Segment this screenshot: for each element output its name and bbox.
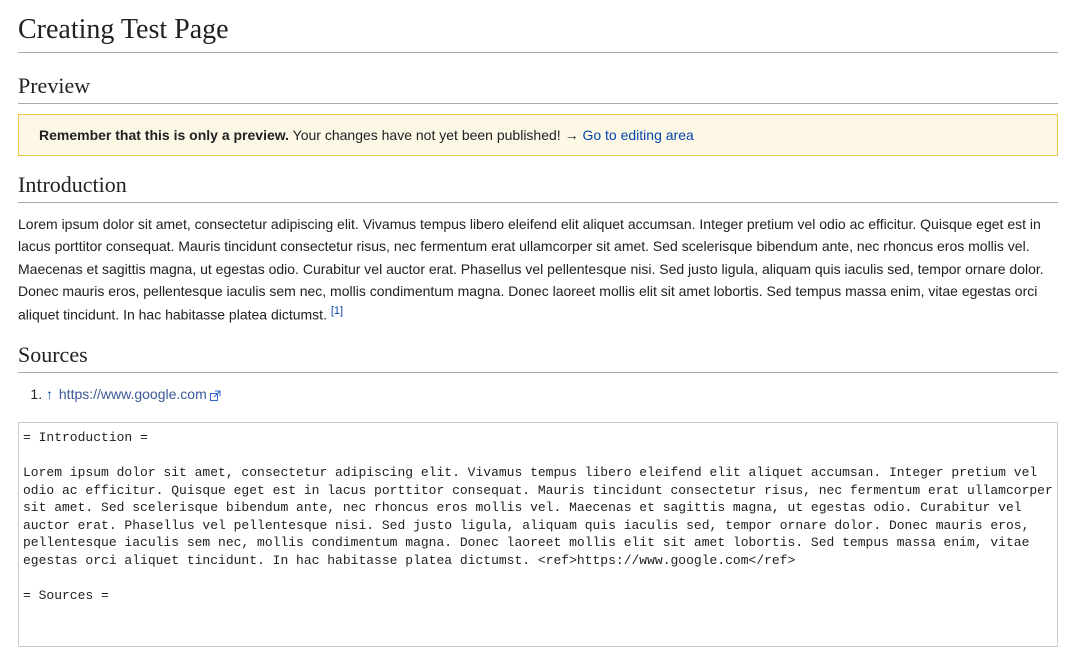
external-link-icon xyxy=(209,386,221,408)
reference-item: ↑ https://www.google.com xyxy=(46,383,1058,408)
preview-note-text: Your changes have not yet been published… xyxy=(289,127,565,143)
reference-marker: [1] xyxy=(331,305,343,317)
introduction-text: Lorem ipsum dolor sit amet, consectetur … xyxy=(18,216,1044,322)
reference-link[interactable]: [1] xyxy=(331,305,343,317)
go-to-editing-link[interactable]: Go to editing area xyxy=(582,127,693,143)
introduction-body: Lorem ipsum dolor sit amet, consectetur … xyxy=(18,213,1058,326)
preview-note-bold: Remember that this is only a preview. xyxy=(39,127,289,143)
preview-note-box: Remember that this is only a preview. Yo… xyxy=(18,114,1058,156)
arrow-icon: → xyxy=(565,127,583,143)
references-list: ↑ https://www.google.com xyxy=(46,383,1058,408)
introduction-heading: Introduction xyxy=(18,172,1058,203)
preview-heading: Preview xyxy=(18,73,1058,104)
reference-url-text: https://www.google.com xyxy=(59,386,207,402)
wikitext-editor[interactable] xyxy=(18,422,1058,647)
sources-heading: Sources xyxy=(18,342,1058,373)
reference-url-link[interactable]: https://www.google.com xyxy=(59,386,221,402)
backlink-icon[interactable]: ↑ xyxy=(46,386,53,402)
page-title: Creating Test Page xyxy=(18,14,1058,53)
